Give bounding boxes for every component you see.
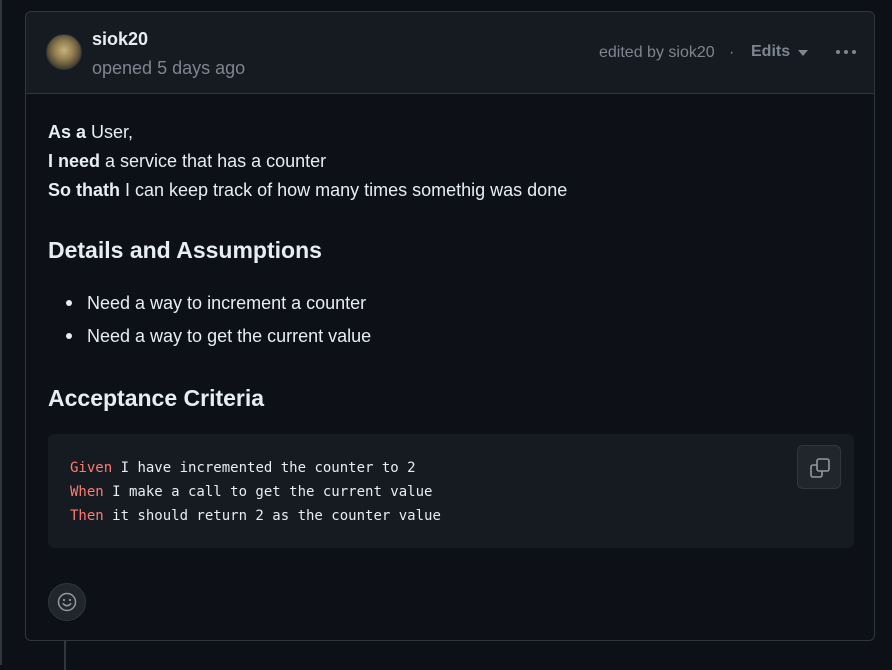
code-block: Given I have incremented the counter to … [48,434,854,548]
code-keyword: Given [70,460,113,476]
story-line: I need a service that has a counter [48,151,327,171]
edits-dropdown-button[interactable]: Edits [751,43,790,61]
list-item: Need a way to get the current value [48,323,371,356]
add-reaction-button[interactable] [48,583,86,621]
code-text: I make a call to get the current value [103,484,433,500]
details-list: Need a way to increment a counter Need a… [48,290,371,356]
acceptance-heading: Acceptance Criteria [48,385,265,411]
timeline-line [64,640,66,670]
triangle-down-icon[interactable] [798,50,808,56]
opened-timestamp[interactable]: opened 5 days ago [92,58,245,79]
kebab-horizontal-icon[interactable] [832,39,860,65]
code-keyword: When [70,484,104,500]
story-line: So thath I can keep track of how many ti… [48,180,568,200]
author-link[interactable]: siok20 [92,29,148,50]
avatar[interactable] [47,35,81,69]
timeline-edge [0,0,2,665]
code-text: it should return 2 as the counter value [103,508,441,524]
separator-dot: · [729,44,735,61]
code-keyword: Then [70,508,104,524]
code-text: I have incremented the counter to 2 [112,460,416,476]
list-item: Need a way to increment a counter [48,290,371,323]
smiley-icon [57,592,77,612]
edited-by-label: edited by siok20 [599,44,715,61]
comment-header: siok20 opened 5 days ago edited by siok2… [26,12,874,94]
copy-button[interactable] [797,445,841,489]
story-line: As a User, [48,122,134,142]
issue-comment-card: siok20 opened 5 days ago edited by siok2… [25,11,875,641]
details-heading: Details and Assumptions [48,237,322,263]
code-content: Given I have incremented the counter to … [70,456,441,528]
story-text: As a User, I need a service that has a c… [48,118,858,205]
copy-icon [810,458,830,478]
